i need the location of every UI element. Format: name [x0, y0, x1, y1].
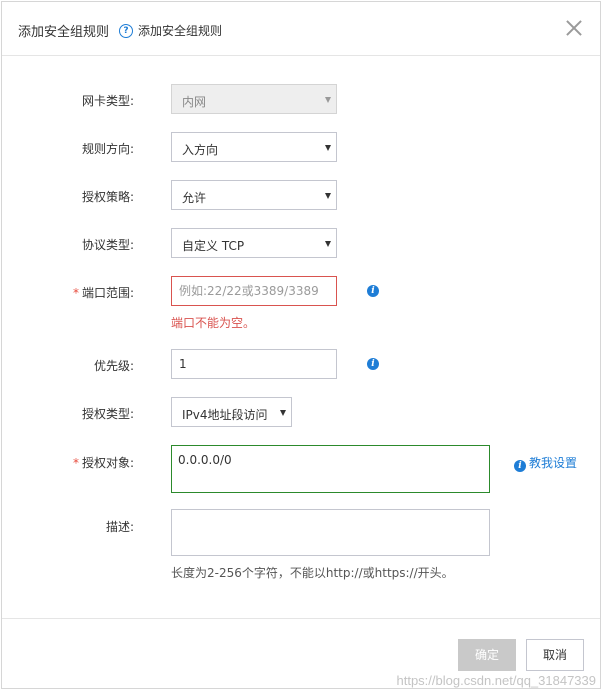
info-icon[interactable]: i: [367, 285, 379, 297]
question-mark-icon[interactable]: ?: [119, 23, 133, 38]
description-label: 描述:: [105, 520, 134, 534]
direction-value: 入方向: [182, 143, 219, 157]
teach-me-setup-link[interactable]: i 教我设置: [514, 454, 577, 472]
info-icon[interactable]: i: [367, 358, 379, 370]
caret-down-icon: [325, 145, 331, 151]
port-range-label: 端口范围:: [81, 286, 134, 300]
caret-down-icon: [280, 410, 286, 416]
help-link-group[interactable]: ? 添加安全组规则: [119, 22, 222, 39]
auth-object-label-group: * 授权对象:: [54, 454, 134, 471]
info-icon: i: [514, 460, 526, 472]
watermark: https://blog.csdn.net/qq_31847339: [396, 673, 597, 688]
priority-input[interactable]: [171, 349, 337, 379]
description-hint: 长度为2-256个字符，不能以http://或https://开头。: [171, 566, 454, 580]
policy-select[interactable]: 允许: [171, 180, 337, 210]
add-security-group-rule-dialog: 添加安全组规则 ? 添加安全组规则 网卡类型: 内网 规则方向: 入方向 授权策…: [1, 1, 601, 689]
caret-down-icon: [325, 193, 331, 199]
auth-object-textarea[interactable]: 0.0.0.0/0: [171, 445, 490, 493]
protocol-value: 自定义 TCP: [182, 239, 245, 253]
close-icon[interactable]: [564, 18, 584, 38]
cancel-button[interactable]: 取消: [526, 639, 584, 671]
caret-down-icon: [325, 241, 331, 247]
auth-object-label: 授权对象:: [81, 456, 134, 470]
policy-label: 授权策略:: [81, 190, 134, 204]
nic-type-label: 网卡类型:: [81, 94, 134, 108]
teach-me-setup-label: 教我设置: [529, 456, 578, 470]
confirm-button[interactable]: 确定: [458, 639, 516, 671]
port-range-label-group: * 端口范围:: [54, 284, 134, 301]
required-asterisk: *: [72, 456, 79, 470]
protocol-select[interactable]: 自定义 TCP: [171, 228, 337, 258]
policy-value: 允许: [182, 191, 207, 205]
dialog-title: 添加安全组规则: [18, 25, 110, 40]
priority-label: 优先级:: [93, 359, 134, 373]
auth-type-value: IPv4地址段访问: [182, 408, 268, 422]
description-textarea[interactable]: [171, 509, 490, 556]
auth-type-select[interactable]: IPv4地址段访问: [171, 397, 292, 427]
protocol-label: 协议类型:: [81, 238, 134, 252]
direction-select[interactable]: 入方向: [171, 132, 337, 162]
help-link[interactable]: 添加安全组规则: [138, 22, 222, 39]
auth-type-label: 授权类型:: [81, 407, 134, 421]
required-asterisk: *: [72, 286, 79, 300]
caret-down-icon: [325, 97, 331, 103]
port-range-error: 端口不能为空。: [171, 316, 256, 330]
port-range-input[interactable]: [171, 276, 337, 306]
nic-type-select: 内网: [171, 84, 337, 114]
nic-type-value: 内网: [182, 95, 207, 109]
direction-label: 规则方向:: [81, 142, 134, 156]
dialog-header: 添加安全组规则 ? 添加安全组规则: [2, 2, 600, 56]
